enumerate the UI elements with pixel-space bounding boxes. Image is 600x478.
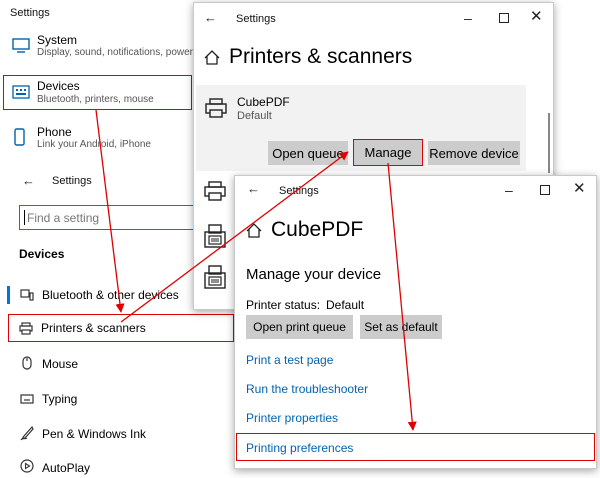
search-input[interactable]: Find a setting (19, 205, 203, 230)
print-test-page-link[interactable]: Print a test page (246, 353, 333, 367)
keyboard-icon (20, 394, 34, 404)
window-title: Settings (52, 175, 92, 187)
settings-item-phone[interactable]: Phone Link your Android, iPhone (0, 120, 200, 160)
nav-item-label: Printers & scanners (41, 321, 146, 335)
fax-icon (204, 224, 226, 248)
minimize-icon[interactable]: – (464, 11, 472, 25)
printer-status: Default (237, 110, 272, 122)
section-heading: Devices (19, 247, 65, 261)
section-heading: Manage your device (246, 266, 382, 283)
nav-item-autoplay[interactable]: AutoPlay (10, 457, 240, 477)
settings-item-devices[interactable]: Devices Bluetooth, printers, mouse (3, 75, 192, 110)
nav-item-printers[interactable]: Printers & scanners (8, 314, 234, 342)
window-title: Settings (279, 185, 319, 197)
page-title: Printers & scanners (229, 45, 413, 68)
manage-button[interactable]: Manage (353, 139, 423, 166)
back-arrow-icon[interactable]: ← (204, 11, 217, 25)
autoplay-icon (20, 459, 34, 473)
nav-item-mouse[interactable]: Mouse (10, 353, 240, 375)
printer-properties-link[interactable]: Printer properties (246, 411, 338, 425)
back-arrow-icon[interactable]: ← (247, 182, 260, 196)
settings-item-description: Bluetooth, printers, mouse (37, 94, 154, 105)
close-icon[interactable]: ✕ (573, 181, 586, 196)
remove-device-button[interactable]: Remove device (428, 141, 520, 165)
minimize-icon[interactable]: – (505, 183, 513, 197)
maximize-icon[interactable] (540, 185, 550, 195)
pen-icon (20, 426, 34, 441)
nav-item-typing[interactable]: Typing (10, 388, 240, 410)
home-icon (246, 223, 262, 238)
open-print-queue-button[interactable]: Open print queue (246, 315, 353, 339)
printer-status-label: Printer status: (246, 298, 321, 312)
printer-status-value: Default (326, 298, 365, 312)
settings-item-label: Phone (37, 125, 72, 139)
keyboard-icon (12, 85, 30, 99)
open-queue-button[interactable]: Open queue (268, 141, 348, 165)
printer-icon (19, 322, 33, 335)
printer-name: CubePDF (237, 95, 290, 109)
settings-item-label: Devices (37, 79, 80, 93)
fax-icon (204, 265, 226, 289)
printing-preferences-link[interactable]: Printing preferences (246, 441, 353, 455)
back-arrow-icon[interactable]: ← (22, 174, 35, 188)
search-caret (24, 210, 25, 225)
window-title: Settings (10, 7, 50, 19)
search-placeholder: Find a setting (27, 211, 100, 225)
scrollbar[interactable] (548, 113, 550, 173)
home-icon (204, 50, 220, 65)
settings-item-description: Display, sound, notifications, power (37, 47, 194, 58)
settings-item-description: Link your Android, iPhone (37, 139, 151, 150)
window-title: Settings (236, 13, 276, 25)
printing-preferences-row[interactable]: Printing preferences (236, 433, 595, 461)
close-icon[interactable]: ✕ (530, 9, 543, 24)
selection-indicator (7, 286, 10, 304)
settings-item-label: System (37, 33, 78, 47)
nav-item-label: Mouse (42, 357, 79, 371)
page-title: CubePDF (271, 218, 364, 241)
printer-icon (204, 180, 226, 202)
bluetooth-devices-icon (20, 289, 34, 301)
printer-card-cubepdf[interactable]: CubePDF Default Open queue Manage Remove… (196, 85, 526, 171)
mouse-icon (22, 356, 32, 370)
nav-item-label: Typing (42, 392, 78, 406)
monitor-icon (12, 38, 30, 54)
maximize-icon[interactable] (499, 13, 509, 23)
run-troubleshooter-link[interactable]: Run the troubleshooter (246, 382, 368, 396)
set-as-default-button[interactable]: Set as default (360, 315, 442, 339)
nav-item-label: AutoPlay (42, 461, 91, 475)
printer-icon (205, 97, 227, 119)
nav-item-label: Bluetooth & other devices (42, 288, 179, 302)
nav-item-pen[interactable]: Pen & Windows Ink (10, 423, 240, 445)
settings-item-system[interactable]: System Display, sound, notifications, po… (0, 28, 200, 68)
nav-item-label: Pen & Windows Ink (42, 427, 147, 441)
phone-icon (14, 128, 25, 146)
cubepdf-manage-window: ← Settings – ✕ CubePDF Manage your devic… (234, 175, 597, 469)
